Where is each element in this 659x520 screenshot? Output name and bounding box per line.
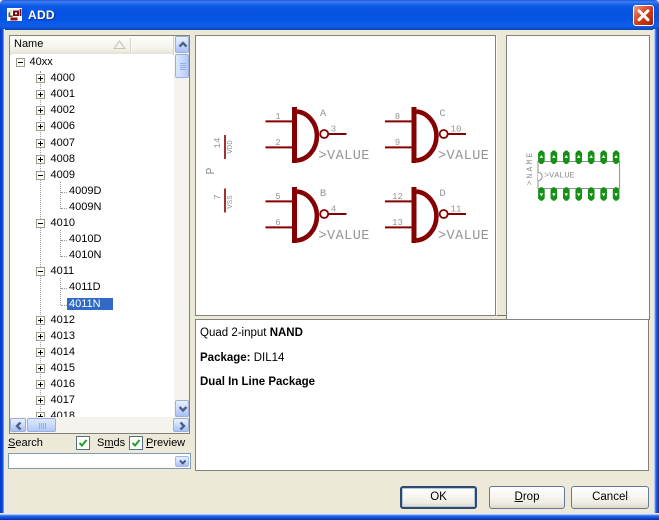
svg-text:12: 12 [392,192,403,202]
svg-text:14: 14 [213,138,223,149]
svg-text:10: 10 [451,125,462,135]
svg-text:7: 7 [213,194,223,199]
svg-text:A: A [320,108,327,120]
svg-text:2: 2 [275,138,280,148]
svg-text:C: C [439,108,445,120]
svg-text:>VALUE: >VALUE [438,149,489,164]
svg-text:>VALUE: >VALUE [438,229,489,244]
svg-text:>VALUE: >VALUE [319,229,370,244]
svg-text:B: B [320,188,326,200]
svg-text:8: 8 [395,112,400,122]
svg-text:VDD: VDD [227,140,235,154]
svg-text:13: 13 [392,218,403,228]
svg-text:3: 3 [331,125,336,135]
svg-text:1: 1 [275,112,280,122]
svg-text:6: 6 [275,218,280,228]
svg-text:9: 9 [395,138,400,148]
svg-text:>VALUE: >VALUE [319,149,370,164]
svg-text:>NAME: >NAME [526,150,535,185]
svg-text:>VALUE: >VALUE [544,171,575,181]
svg-text:5: 5 [275,192,280,202]
svg-text:11: 11 [451,205,462,215]
svg-text:4: 4 [331,205,336,215]
svg-text:VSS: VSS [227,195,235,209]
svg-text:P: P [204,167,218,174]
svg-text:D: D [439,188,445,200]
